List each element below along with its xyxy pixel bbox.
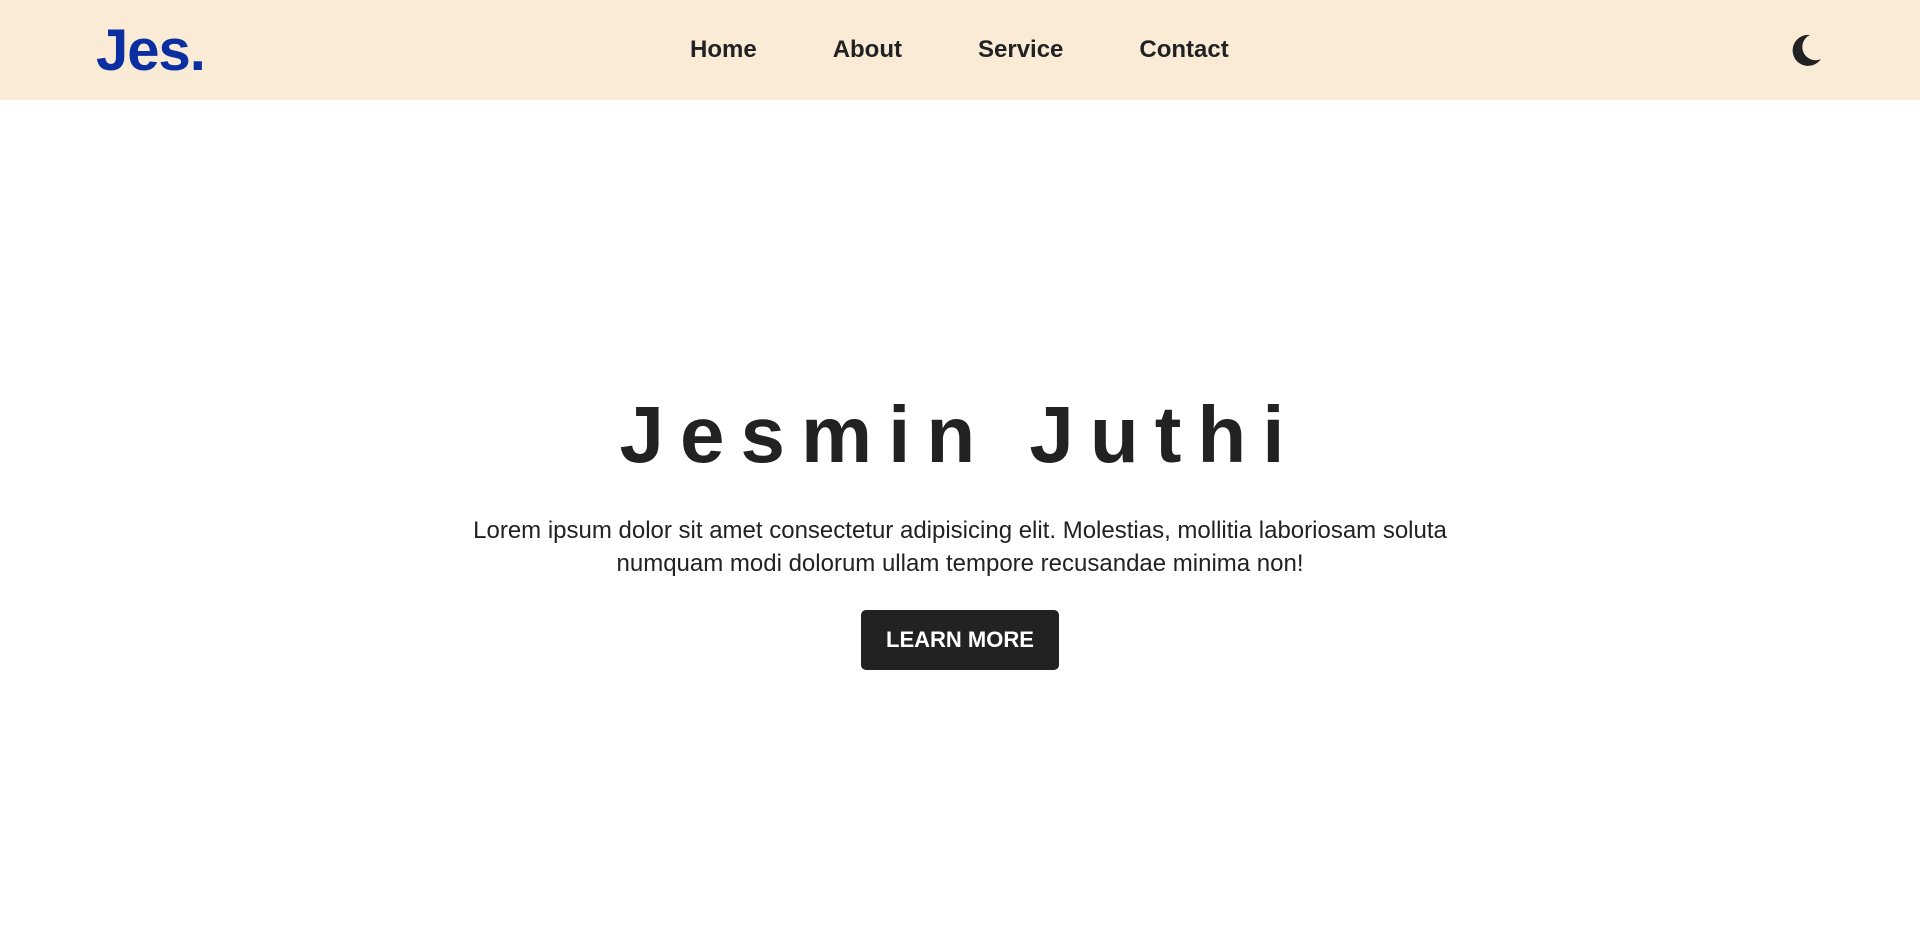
nav-link-about[interactable]: About: [833, 36, 902, 64]
nav-item-home: Home: [690, 36, 757, 64]
learn-more-button[interactable]: LEARN MORE: [861, 610, 1059, 670]
logo[interactable]: Jes.: [96, 22, 206, 80]
nav-item-about: About: [833, 36, 902, 64]
navbar: Jes. Home About Service Contact: [0, 0, 1920, 100]
nav-link-service[interactable]: Service: [978, 36, 1063, 64]
hero-section: Jesmin Juthi Lorem ipsum dolor sit amet …: [0, 100, 1920, 945]
hero-title: Jesmin Juthi: [619, 390, 1301, 479]
nav-link-home[interactable]: Home: [690, 36, 757, 64]
nav-links: Home About Service Contact: [690, 36, 1229, 64]
nav-item-service: Service: [978, 36, 1063, 64]
nav-item-contact: Contact: [1139, 36, 1228, 64]
moon-icon[interactable]: [1788, 32, 1824, 68]
hero-description: Lorem ipsum dolor sit amet consectetur a…: [473, 517, 1447, 577]
nav-link-contact[interactable]: Contact: [1139, 36, 1228, 64]
